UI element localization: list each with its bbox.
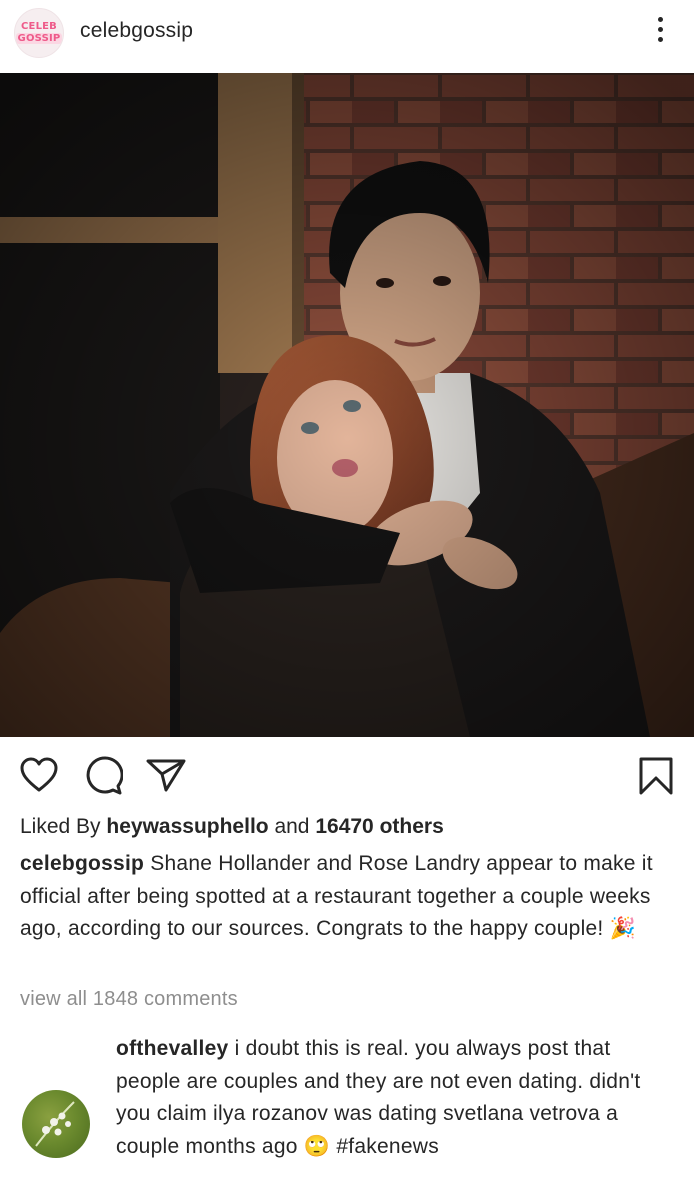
caption-username[interactable]: celebgossip	[20, 852, 144, 875]
likes-summary: Liked By heywassuphello and 16470 others	[20, 815, 444, 839]
likes-others-link[interactable]: 16470 others	[315, 815, 443, 838]
poster-username[interactable]: celebgossip	[80, 19, 193, 43]
party-popper-icon: 🎉	[609, 917, 637, 940]
comment-icon[interactable]	[83, 756, 124, 801]
avatar-logo-line1: CELEB	[21, 21, 57, 32]
post-caption: celebgossip Shane Hollander and Rose Lan…	[20, 848, 680, 946]
comment-hashtag[interactable]: #fakenews	[336, 1135, 439, 1158]
first-liker-username[interactable]: heywassuphello	[106, 815, 268, 838]
avatar-logo-line2: GOSSIP	[15, 33, 63, 44]
bookmark-icon[interactable]	[638, 756, 674, 801]
commenter-avatar[interactable]	[22, 1090, 90, 1158]
view-all-comments-link[interactable]: view all 1848 comments	[20, 988, 238, 1011]
send-icon[interactable]	[146, 758, 186, 797]
post-action-bar	[0, 752, 694, 800]
eye-roll-emoji-icon: 🙄	[303, 1134, 331, 1158]
poster-avatar[interactable]: CELEB GOSSIP	[14, 8, 64, 58]
more-vertical-icon[interactable]	[648, 14, 672, 46]
comment-username[interactable]: ofthevalley	[116, 1037, 228, 1060]
post-photo[interactable]	[0, 73, 694, 737]
likes-and: and	[274, 815, 310, 838]
likes-prefix: Liked By	[20, 815, 101, 838]
comment-item: ofthevalley i doubt this is real. you al…	[116, 1033, 676, 1163]
post-photo-image	[0, 73, 694, 737]
heart-icon[interactable]	[20, 757, 58, 798]
post-header: CELEB GOSSIP celebgossip	[0, 0, 694, 72]
